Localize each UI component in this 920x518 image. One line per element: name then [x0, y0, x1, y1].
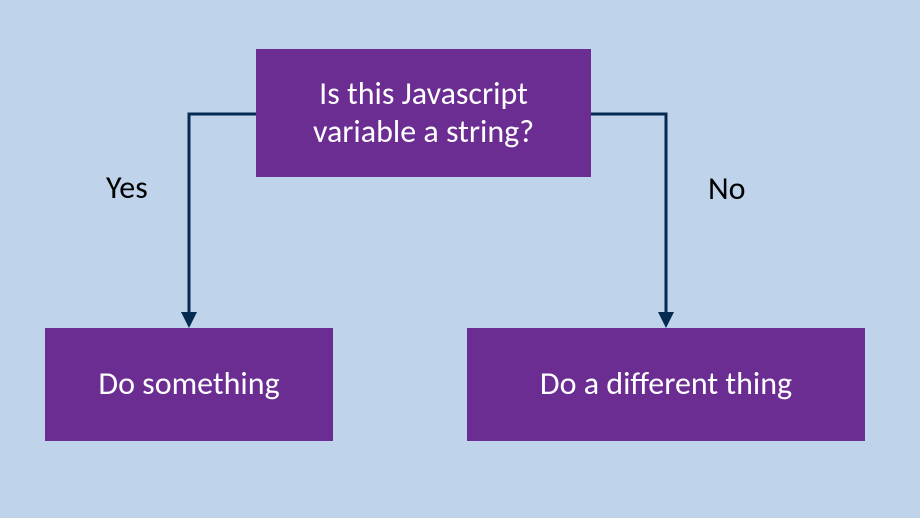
yes-action-node: Do something [45, 328, 333, 441]
no-action-node: Do a different thing [467, 328, 865, 441]
no-connector [591, 114, 666, 316]
no-arrowhead [658, 312, 674, 328]
decision-node: Is this Javascript variable a string? [256, 49, 591, 177]
yes-action-text: Do something [98, 365, 279, 403]
yes-branch-label: Yes [106, 168, 148, 207]
decision-text: Is this Javascript variable a string? [276, 75, 571, 152]
yes-arrowhead [181, 312, 197, 328]
yes-connector [189, 114, 256, 316]
no-action-text: Do a different thing [540, 365, 792, 403]
no-branch-label: No [708, 169, 746, 208]
